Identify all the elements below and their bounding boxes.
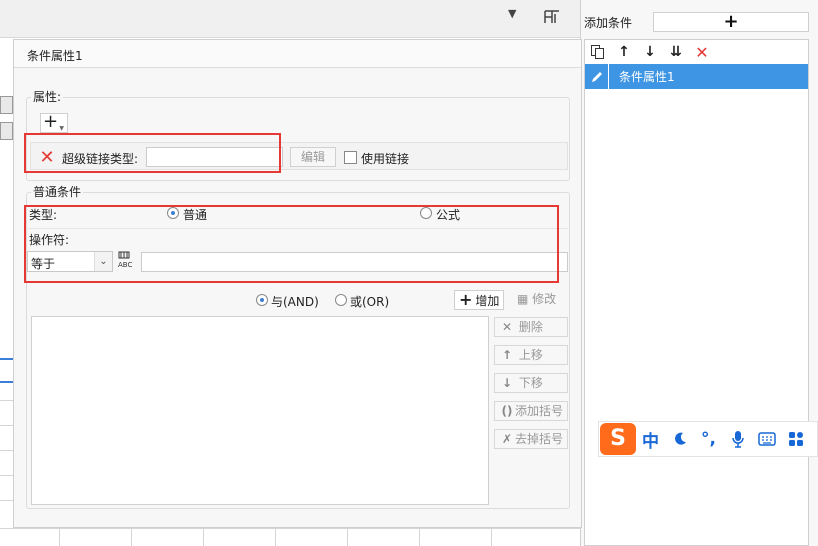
moon-icon[interactable] — [665, 424, 694, 454]
ime-toolbar: S 中 °, — [598, 421, 818, 457]
punctuation-icon[interactable]: °, — [694, 424, 723, 454]
add-condition-button[interactable]: + — [653, 12, 809, 32]
panel-title: 添加条件 — [584, 16, 633, 30]
row-header-cell — [0, 122, 13, 140]
condition-items-list[interactable] — [31, 316, 489, 505]
grid-apps-icon[interactable] — [781, 424, 810, 454]
condition-properties-dialog: 条件属性1 属性: + ▼ ✕ 超级链接类型: 编辑 使用链接 普通条件 类型:… — [13, 39, 582, 528]
plus-icon: + — [43, 111, 59, 132]
microphone-icon[interactable] — [723, 424, 752, 454]
highlight-box-hyperlink — [24, 133, 281, 173]
dialog-title: 条件属性1 — [14, 40, 581, 68]
condition-list: ↑ ↓ ⇊ ✕ 条件属性1 — [584, 39, 809, 546]
keyboard-icon[interactable] — [752, 424, 781, 454]
use-link-checkbox[interactable] — [344, 151, 357, 164]
condition-panel: 添加条件 + ↑ ↓ ⇊ ✕ 条件属性1 — [580, 0, 818, 546]
modify-button[interactable]: ▦ 修改 — [517, 290, 567, 310]
delete-button[interactable]: ✕ 删除 — [494, 317, 568, 337]
row-header-cell — [0, 96, 13, 114]
ime-mode-indicator[interactable]: 中 — [636, 424, 665, 454]
arrow-down-icon: ↓ — [501, 376, 513, 390]
add-condition-item-button[interactable]: + 增加 — [454, 290, 504, 310]
add-bracket-button[interactable]: () 添加括号 — [494, 401, 568, 421]
modify-label: 修改 — [532, 292, 557, 306]
add-label: 增加 — [475, 294, 500, 308]
add-property-button[interactable]: + ▼ — [40, 113, 68, 133]
sogou-logo-icon[interactable]: S — [600, 423, 636, 455]
move-down-button[interactable]: ↓ 下移 — [494, 373, 568, 393]
selection-marker — [0, 358, 14, 360]
format-icon[interactable]: ▼ — [508, 8, 522, 20]
copy-icon[interactable] — [590, 44, 606, 60]
normal-condition-legend: 普通条件 — [31, 183, 84, 200]
selection-marker — [0, 381, 14, 383]
use-link-label: 使用链接 — [361, 152, 410, 166]
condition-list-item[interactable]: 条件属性1 — [585, 64, 808, 89]
and-radio[interactable] — [256, 294, 268, 306]
layout-icon[interactable] — [543, 8, 561, 26]
plus-icon: + — [459, 290, 473, 309]
remove-bracket-button[interactable]: ✗ 去掉括号 — [494, 429, 568, 449]
edit-pencil-icon[interactable] — [585, 64, 609, 89]
sheet-bottom-row — [0, 528, 580, 546]
modify-icon: ▦ — [517, 292, 533, 306]
delete-icon[interactable]: ✕ — [694, 43, 710, 62]
properties-legend: 属性: — [31, 88, 64, 105]
highlight-box-condition — [24, 205, 559, 283]
move-down-icon[interactable]: ↓ — [642, 44, 658, 60]
sheet-toolbar: ▼ — [0, 0, 580, 38]
condition-item-label: 条件属性1 — [619, 70, 675, 84]
bracket-icon: () — [501, 404, 513, 418]
move-up-button[interactable]: ↑ 上移 — [494, 345, 568, 365]
arrow-up-icon: ↑ — [501, 348, 513, 362]
close-icon: ✕ — [501, 320, 513, 334]
or-label: 或(OR) — [350, 295, 390, 309]
edit-button[interactable]: 编辑 — [290, 147, 336, 167]
move-bottom-icon[interactable]: ⇊ — [668, 44, 684, 60]
remove-bracket-icon: ✗ — [501, 432, 513, 446]
move-up-icon[interactable]: ↑ — [616, 44, 632, 60]
or-radio[interactable] — [335, 294, 347, 306]
and-label: 与(AND) — [271, 295, 319, 309]
condition-toolbar: ↑ ↓ ⇊ ✕ — [585, 40, 808, 64]
